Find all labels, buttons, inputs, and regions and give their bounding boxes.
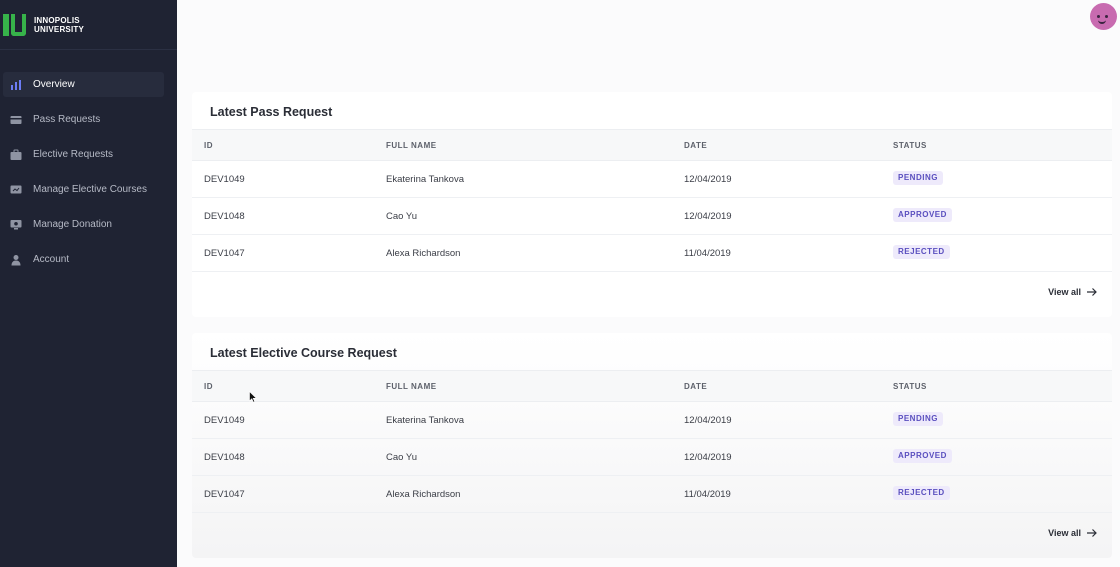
status-badge: APPROVED <box>893 208 952 222</box>
column-header-full-name: FULL NAME <box>386 141 437 150</box>
cell-date: 11/04/2019 <box>684 248 731 259</box>
status-badge: REJECTED <box>893 486 950 500</box>
briefcase-icon <box>10 149 22 161</box>
university-logo-icon <box>3 13 26 36</box>
sidebar-item-manage-elective-courses[interactable]: Manage Elective Courses <box>3 177 164 202</box>
cell-full-name: Alexa Richardson <box>386 248 461 259</box>
sidebar-item-manage-donation[interactable]: Manage Donation <box>3 212 164 237</box>
column-header-id: ID <box>204 382 213 391</box>
sidebar-item-pass-requests[interactable]: Pass Requests <box>3 107 164 132</box>
sidebar: INNOPOLIS UNIVERSITY Overview Pass Reque… <box>0 0 177 567</box>
status-badge: APPROVED <box>893 449 952 463</box>
bar-chart-icon <box>10 79 22 91</box>
cell-date: 12/04/2019 <box>684 174 732 185</box>
table-row[interactable]: DEV1047 Alexa Richardson 11/04/2019 REJE… <box>192 235 1112 272</box>
cell-id: DEV1049 <box>204 174 245 185</box>
cell-date: 12/04/2019 <box>684 452 732 463</box>
table-row[interactable]: DEV1047 Alexa Richardson 11/04/2019 REJE… <box>192 476 1112 513</box>
sidebar-item-overview[interactable]: Overview <box>3 72 164 97</box>
column-header-full-name: FULL NAME <box>386 382 437 391</box>
column-header-status: STATUS <box>893 382 927 391</box>
column-header-status: STATUS <box>893 141 927 150</box>
brand-name: INNOPOLIS UNIVERSITY <box>34 16 84 34</box>
view-all-elective-requests-link[interactable]: View all <box>1048 528 1098 538</box>
cell-id: DEV1047 <box>204 248 245 259</box>
arrow-right-icon <box>1087 529 1097 537</box>
sidebar-item-label: Elective Requests <box>33 149 114 160</box>
view-all-label: View all <box>1048 287 1081 297</box>
table-row[interactable]: DEV1049 Ekaterina Tankova 12/04/2019 PEN… <box>192 402 1112 439</box>
column-header-date: DATE <box>684 382 708 391</box>
sidebar-item-label: Manage Elective Courses <box>33 184 147 195</box>
presentation-icon <box>10 184 22 196</box>
main-content: Latest Pass Request ID FULL NAME DATE ST… <box>177 0 1120 567</box>
status-badge: REJECTED <box>893 245 950 259</box>
table-row[interactable]: DEV1049 Ekaterina Tankova 12/04/2019 PEN… <box>192 161 1112 198</box>
sidebar-item-elective-requests[interactable]: Elective Requests <box>3 142 164 167</box>
cell-id: DEV1047 <box>204 489 245 500</box>
cell-full-name: Ekaterina Tankova <box>386 174 464 185</box>
cell-full-name: Alexa Richardson <box>386 489 461 500</box>
sidebar-item-label: Manage Donation <box>33 219 112 230</box>
sidebar-nav: Overview Pass Requests Elective Requests… <box>0 72 177 282</box>
cell-full-name: Cao Yu <box>386 452 417 463</box>
cell-full-name: Cao Yu <box>386 211 417 222</box>
card-icon <box>10 114 22 126</box>
cell-id: DEV1049 <box>204 415 245 426</box>
view-all-label: View all <box>1048 528 1081 538</box>
sidebar-item-label: Account <box>33 254 70 265</box>
cell-date: 11/04/2019 <box>684 489 731 500</box>
brand-line-2: UNIVERSITY <box>34 24 85 34</box>
brand-line-1: INNOPOLIS <box>34 15 80 25</box>
arrow-right-icon <box>1087 288 1097 296</box>
brand[interactable]: INNOPOLIS UNIVERSITY <box>0 0 177 50</box>
view-all-pass-requests-link[interactable]: View all <box>1048 287 1098 297</box>
elective-request-card: Latest Elective Course Request ID FULL N… <box>192 333 1112 558</box>
status-badge: PENDING <box>893 171 943 185</box>
cell-id: DEV1048 <box>204 452 245 463</box>
cell-full-name: Ekaterina Tankova <box>386 415 464 426</box>
mouse-cursor-icon <box>249 391 257 403</box>
cell-date: 12/04/2019 <box>684 211 732 222</box>
monitor-icon <box>10 219 22 231</box>
sidebar-item-account[interactable]: Account <box>3 247 164 272</box>
avatar[interactable] <box>1090 3 1117 30</box>
topbar <box>177 0 1120 40</box>
pass-request-card: Latest Pass Request ID FULL NAME DATE ST… <box>192 92 1112 317</box>
user-icon <box>10 254 22 266</box>
sidebar-item-label: Overview <box>33 79 75 90</box>
cell-id: DEV1048 <box>204 211 245 222</box>
table-header: ID FULL NAME DATE STATUS <box>192 370 1112 402</box>
column-header-id: ID <box>204 141 213 150</box>
card-title: Latest Pass Request <box>210 105 333 119</box>
column-header-date: DATE <box>684 141 708 150</box>
cell-date: 12/04/2019 <box>684 415 732 426</box>
sidebar-item-label: Pass Requests <box>33 114 101 125</box>
table-row[interactable]: DEV1048 Cao Yu 12/04/2019 APPROVED <box>192 198 1112 235</box>
table-header: ID FULL NAME DATE STATUS <box>192 129 1112 161</box>
table-row[interactable]: DEV1048 Cao Yu 12/04/2019 APPROVED <box>192 439 1112 476</box>
card-title: Latest Elective Course Request <box>210 346 397 360</box>
status-badge: PENDING <box>893 412 943 426</box>
